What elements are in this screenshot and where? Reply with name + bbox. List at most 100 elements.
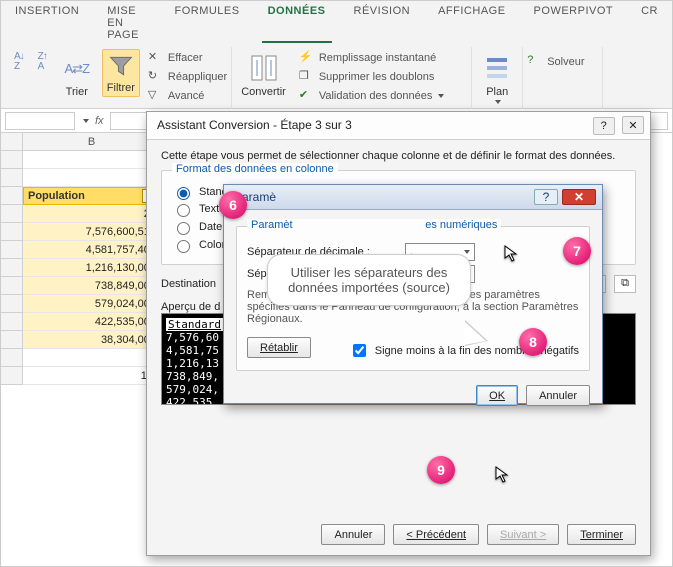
row-header[interactable] xyxy=(1,151,23,169)
radio-skip-input[interactable] xyxy=(177,240,190,253)
remove-dup-icon: ❐ xyxy=(299,69,315,85)
solver-button[interactable]: ? Solveur xyxy=(527,53,584,71)
sort-icon: A⇄Z xyxy=(61,52,93,84)
chevron-down-icon[interactable] xyxy=(83,119,89,123)
cell[interactable]: 1,1 xyxy=(23,367,161,385)
row-header[interactable] xyxy=(1,367,23,385)
cell[interactable]: 579,024,000 xyxy=(23,295,161,313)
outline-button[interactable]: Plan xyxy=(476,49,518,107)
tab-cr[interactable]: CR xyxy=(635,3,664,43)
fieldset-title: Paramèt xxxxxxxxxxxxxxxxxxxxxxx es numér… xyxy=(247,219,501,231)
reapply-icon: ↻ xyxy=(148,69,164,85)
text-to-columns-button[interactable]: Convertir xyxy=(236,49,291,101)
name-box[interactable] xyxy=(5,112,75,130)
tab-formulas[interactable]: FORMULES xyxy=(168,3,245,43)
cursor-icon xyxy=(495,466,509,484)
reset-button[interactable]: Rétablir xyxy=(247,337,311,358)
wizard-title-bar[interactable]: Assistant Conversion - Étape 3 sur 3 ? ✕ xyxy=(147,112,650,140)
reapply-button[interactable]: ↻ Réappliquer xyxy=(148,68,227,86)
tab-layout[interactable]: MISE EN PAGE xyxy=(101,3,152,43)
tab-powerpivot[interactable]: POWERPIVOT xyxy=(528,3,620,43)
trailing-minus-label: Signe moins à la fin des nombres négatif… xyxy=(375,345,579,357)
help-button[interactable]: ? xyxy=(534,189,558,205)
solver-label: Solveur xyxy=(547,56,584,68)
close-button[interactable]: ✕ xyxy=(622,116,644,134)
range-picker-button[interactable]: ⧉ xyxy=(614,275,636,293)
tab-view[interactable]: AFFICHAGE xyxy=(432,3,511,43)
filter-label: Filtrer xyxy=(107,82,135,94)
advanced-filter-button[interactable]: ▽ Avancé xyxy=(148,87,227,105)
wizard-title: Assistant Conversion - Étape 3 sur 3 xyxy=(157,118,352,132)
dropdown-icon xyxy=(438,94,444,98)
help-button[interactable]: ? xyxy=(593,117,615,135)
cancel-button[interactable]: Annuler xyxy=(526,385,590,406)
chevron-down-icon xyxy=(464,250,470,254)
wizard-finish-button[interactable]: Terminer xyxy=(567,524,636,545)
wizard-back-button[interactable]: < Précédent xyxy=(393,524,479,545)
sort-za-icon: Z↑A xyxy=(38,52,47,72)
fx-icon[interactable]: fx xyxy=(95,115,104,127)
params-title-bar[interactable]: Paramè ? ✕ xyxy=(224,185,602,210)
row-header[interactable] xyxy=(1,295,23,313)
radio-text-input[interactable] xyxy=(177,204,190,217)
row-header[interactable] xyxy=(1,205,23,223)
radio-standard-input[interactable] xyxy=(177,187,190,200)
cell[interactable]: 38,304,000 xyxy=(23,331,161,349)
sort-za-button[interactable]: Z↑A xyxy=(33,49,52,75)
filter-icon xyxy=(107,52,135,80)
cell[interactable]: 738,849,000 xyxy=(23,277,161,295)
header-text: Population xyxy=(28,190,142,202)
ribbon: INSERTION MISE EN PAGE FORMULES DONNÉES … xyxy=(1,1,672,109)
advanced-icon: ▽ xyxy=(148,88,164,104)
select-all-corner[interactable] xyxy=(1,133,23,151)
row-header[interactable] xyxy=(1,349,23,367)
trailing-minus-input[interactable] xyxy=(353,344,366,357)
dropdown-icon xyxy=(495,100,501,104)
ok-button[interactable]: OK xyxy=(476,385,518,406)
cell[interactable]: 7,576,600,516 xyxy=(23,223,161,241)
preview-line: 579,024, xyxy=(166,383,219,396)
row-header[interactable] xyxy=(1,187,23,205)
row-header[interactable] xyxy=(1,223,23,241)
cell[interactable]: 20 xyxy=(23,205,161,223)
row-header[interactable] xyxy=(1,331,23,349)
row-header[interactable] xyxy=(1,277,23,295)
row-header[interactable] xyxy=(1,241,23,259)
data-validation-button[interactable]: ✔ Validation des données xyxy=(299,87,445,105)
table-header-population[interactable]: Population ▾ xyxy=(23,187,161,205)
remove-duplicates-button[interactable]: ❐ Supprimer les doublons xyxy=(299,68,445,86)
callout-marker-7: 7 xyxy=(563,237,591,265)
clear-filter-button[interactable]: ✕ Effacer xyxy=(148,49,227,67)
row-header[interactable] xyxy=(1,313,23,331)
close-button[interactable]: ✕ xyxy=(562,189,596,205)
wizard-cancel-button[interactable]: Annuler xyxy=(321,524,385,545)
cell[interactable] xyxy=(23,151,161,169)
clear-label: Effacer xyxy=(168,52,203,64)
flash-fill-button[interactable]: ⚡ Remplissage instantané xyxy=(299,49,445,67)
filter-button[interactable]: Filtrer xyxy=(102,49,140,97)
sort-button[interactable]: A⇄Z Trier xyxy=(56,49,98,101)
cell[interactable]: 422,535,000 xyxy=(23,313,161,331)
radio-date-input[interactable] xyxy=(177,222,190,235)
cell[interactable]: 4,581,757,408 xyxy=(23,241,161,259)
ribbon-tabs: INSERTION MISE EN PAGE FORMULES DONNÉES … xyxy=(1,1,672,43)
callout-marker-9: 9 xyxy=(427,456,455,484)
row-header[interactable] xyxy=(1,169,23,187)
tab-insertion[interactable]: INSERTION xyxy=(9,3,85,43)
outline-icon xyxy=(481,52,513,84)
cell[interactable]: 1,216,130,000 xyxy=(23,259,161,277)
col-header-b[interactable]: B xyxy=(23,133,161,151)
sort-az-button[interactable]: A↓Z xyxy=(9,49,29,75)
cell[interactable] xyxy=(23,349,161,367)
tab-review[interactable]: RÉVISION xyxy=(348,3,417,43)
row-header[interactable] xyxy=(1,259,23,277)
back-label: < Précédent xyxy=(406,529,466,541)
reapply-label: Réappliquer xyxy=(168,71,227,83)
cell[interactable] xyxy=(23,169,161,187)
solver-icon: ? xyxy=(527,54,543,70)
tab-data[interactable]: DONNÉES xyxy=(262,3,332,43)
ok-label: OK xyxy=(489,390,505,402)
outline-label: Plan xyxy=(486,86,508,98)
convert-label: Convertir xyxy=(241,86,286,98)
finish-label: Terminer xyxy=(580,529,623,541)
